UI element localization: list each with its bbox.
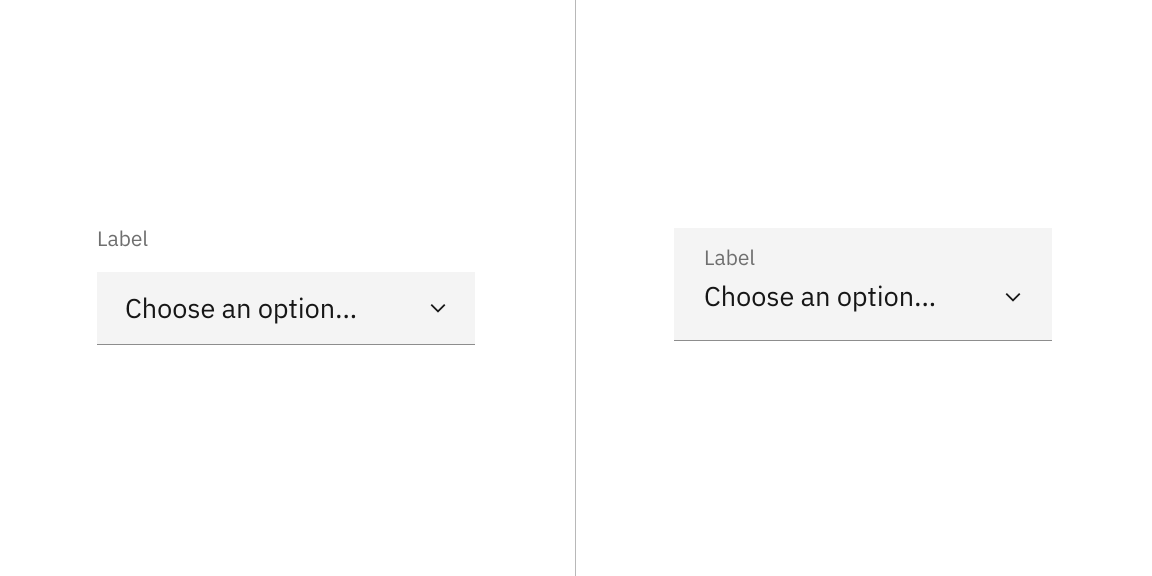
dropdown-inline[interactable]: Label Choose an option... [674,228,1052,341]
dropdown-default: Label Choose an option... [97,225,475,345]
example-panel-left: Label Choose an option... [0,0,576,576]
chevron-down-icon [429,299,447,317]
dropdown-selected-value: Choose an option... [125,291,357,326]
example-panel-right: Label Choose an option... [576,0,1152,576]
dropdown-control[interactable]: Choose an option... [97,272,475,345]
dropdown-selected-value: Choose an option... [704,279,936,314]
dropdown-label: Label [97,225,475,252]
dropdown-label: Label [704,244,1022,271]
chevron-down-icon [1004,288,1022,306]
dropdown-value-row: Choose an option... [704,279,1022,314]
